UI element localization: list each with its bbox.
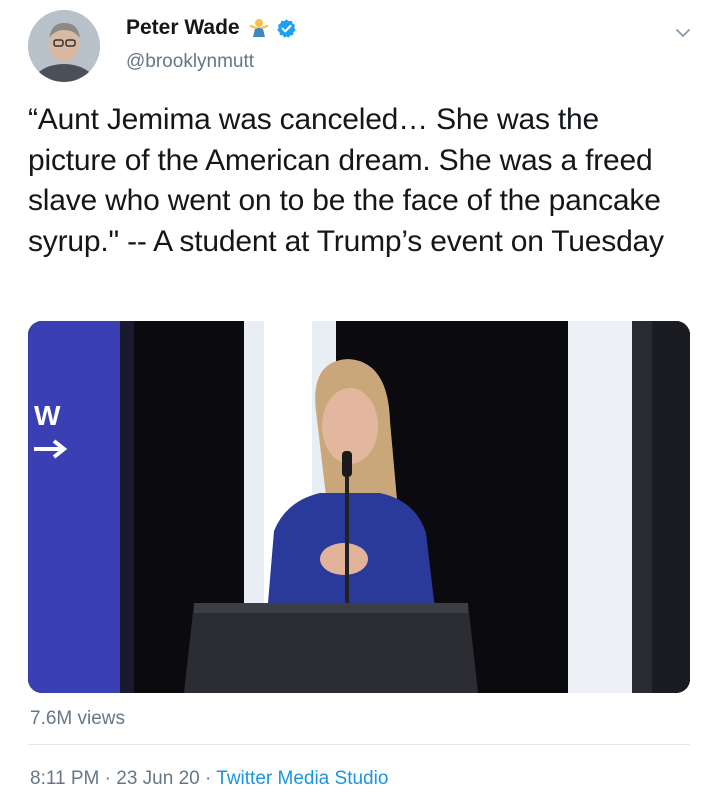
divider <box>28 744 690 745</box>
author-handle[interactable]: @brooklynmutt <box>126 51 254 73</box>
author-name-row: Peter Wade <box>126 16 297 40</box>
view-count: 7.6M views <box>30 708 126 729</box>
tweet-meta: 8:11 PM · 23 Jun 20 · Twitter Media Stud… <box>30 768 388 790</box>
tweet-time[interactable]: 8:11 PM <box>30 768 99 789</box>
meta-separator: · <box>199 768 217 789</box>
tweet-text: “Aunt Jemima was canceled… She was the p… <box>28 103 664 258</box>
avatar-image <box>28 10 100 82</box>
svg-text:W: W <box>34 400 61 431</box>
verified-icon <box>276 18 296 38</box>
chevron-down-icon[interactable] <box>674 24 692 42</box>
avatar[interactable] <box>28 10 100 82</box>
person-lifting-icon <box>249 19 268 37</box>
video-player[interactable]: W <box>28 321 690 693</box>
display-name[interactable]: Peter Wade <box>126 16 240 40</box>
video-thumbnail: W <box>28 321 690 693</box>
meta-separator: · <box>99 768 117 789</box>
tweet-date[interactable]: 23 Jun 20 <box>116 768 199 789</box>
tweet-source-link[interactable]: Twitter Media Studio <box>216 768 388 789</box>
